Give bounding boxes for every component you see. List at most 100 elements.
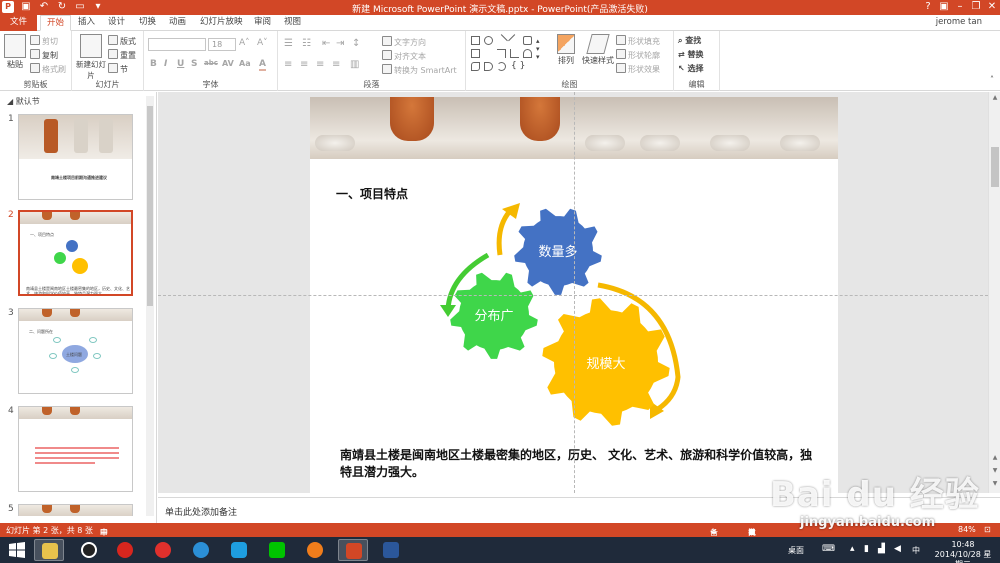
font-size-combo[interactable]: 18 (208, 38, 236, 51)
decrease-indent-icon[interactable]: ⇤ (322, 38, 330, 49)
tab-insert[interactable]: 插入 (78, 16, 95, 29)
gallery-scroll-icon[interactable]: ▴ ▾ ▾ (536, 37, 540, 61)
shape-fill-button[interactable]: 形状填充 (616, 35, 660, 47)
align-center-icon[interactable]: ≡ (300, 59, 308, 70)
shape-outline-button[interactable]: 形状轮廓 (616, 49, 660, 61)
tab-animations[interactable]: 动画 (169, 16, 186, 29)
bold-button[interactable]: B (150, 59, 157, 69)
text-direction-button[interactable]: 文字方向 (382, 36, 426, 48)
taskbar-iqiyi[interactable] (262, 539, 292, 561)
shape-brace-icon[interactable]: { } (511, 61, 525, 71)
smartart-button[interactable]: 转换为 SmartArt (382, 64, 457, 76)
save-icon[interactable]: ▣ (20, 1, 32, 13)
zoom-level[interactable]: 84% (958, 525, 976, 534)
tab-file[interactable]: 文件 (0, 15, 37, 31)
justify-icon[interactable]: ≡ (332, 59, 340, 70)
slide-thumbnail-1[interactable]: 南靖土楼项目前期沟通推进建议 (18, 114, 133, 200)
notes-pane[interactable]: 单击此处添加备注 (158, 497, 1000, 522)
char-spacing-button[interactable]: AV (222, 59, 234, 68)
select-button[interactable]: ↖ 选择 (678, 63, 704, 74)
slide-heading[interactable]: 一、项目特点 (336, 185, 408, 202)
tab-review[interactable]: 审阅 (254, 16, 271, 29)
layout-button[interactable]: 版式 (108, 35, 136, 47)
taskbar-browser[interactable] (224, 539, 254, 561)
volume-icon[interactable]: ◀ (894, 544, 901, 554)
keyboard-icon[interactable]: ⌨ (822, 544, 835, 554)
shape-rectangle-icon[interactable] (471, 36, 480, 45)
columns-icon[interactable]: ▥ (350, 59, 359, 70)
tab-view[interactable]: 视图 (284, 16, 301, 29)
shape-freeform-icon[interactable] (471, 62, 480, 71)
minimize-button[interactable]: – (952, 0, 968, 15)
taskbar-netease-music[interactable] (110, 539, 140, 561)
shape-arc-icon[interactable] (523, 49, 532, 58)
start-button[interactable] (2, 539, 32, 561)
quick-styles-button[interactable]: 快速样式 (580, 34, 616, 66)
replace-button[interactable]: ⇄ 替换 (678, 49, 704, 60)
shape-rounded-rect-icon[interactable] (523, 36, 532, 45)
grow-font-icon[interactable]: A˄ (239, 38, 250, 48)
align-text-button[interactable]: 对齐文本 (382, 50, 426, 62)
shape-square-icon[interactable] (471, 49, 480, 58)
tray-arrow-icon[interactable]: ▴ (850, 544, 855, 554)
tab-design[interactable]: 设计 (108, 16, 125, 29)
find-button[interactable]: ⌕ 查找 (678, 35, 701, 46)
underline-button[interactable]: U (177, 59, 184, 69)
customize-qat-icon[interactable]: ▾ (92, 1, 104, 13)
close-button[interactable]: ✕ (984, 0, 1000, 15)
taskbar-cloud[interactable] (186, 539, 216, 561)
slide-body-text[interactable]: 南靖县土楼是闽南地区土楼最密集的地区，历史、 文化、艺术、旅游和科学价值较高，独… (340, 447, 815, 481)
collapse-ribbon-icon[interactable]: ˄ (990, 75, 994, 84)
tab-home[interactable]: 开始 (40, 15, 72, 31)
restore-button[interactable]: ❐ (968, 0, 984, 15)
taskbar-media-player[interactable] (300, 539, 330, 561)
fit-slide-icon[interactable]: ⊡ (984, 525, 991, 534)
scroll-down-icon[interactable]: ▼ (991, 480, 999, 487)
new-slide-button[interactable]: 新建幻灯片 (76, 34, 106, 81)
network-icon[interactable]: ▮ (864, 544, 869, 554)
taskbar-explorer[interactable] (34, 539, 64, 561)
thumbnail-scrollbar[interactable] (146, 96, 154, 516)
undo-icon[interactable]: ↶ (38, 1, 50, 13)
shape-triangle-icon[interactable] (484, 49, 494, 58)
arrange-button[interactable]: 排列 (552, 34, 580, 66)
slide-thumbnail-2[interactable]: 一、项目特点 南靖县土楼是闽南地区土楼最密集的地区，历史、文化、艺术、旅游和科学… (18, 210, 133, 296)
paste-button[interactable]: 粘贴 (3, 34, 27, 70)
redo-icon[interactable]: ↻ (56, 1, 68, 13)
section-button[interactable]: 节 (108, 63, 128, 75)
taskbar-qq[interactable] (74, 539, 104, 561)
shrink-font-icon[interactable]: A˅ (257, 38, 268, 48)
change-case-button[interactable]: Aa (239, 59, 251, 68)
scroll-up-icon[interactable]: ▲ (991, 94, 999, 101)
shape-moon-icon[interactable] (497, 62, 506, 71)
section-header[interactable]: ◢ 默认节 (7, 96, 40, 107)
numbering-icon[interactable]: ☷ (302, 38, 311, 49)
cut-button[interactable]: 剪切 (30, 35, 58, 47)
help-button[interactable]: ? (920, 0, 936, 15)
shape-arrow-icon[interactable] (508, 34, 521, 47)
input-language[interactable]: 中 (912, 545, 920, 556)
clock[interactable]: 10:482014/10/28 星期二 (932, 540, 994, 563)
shadow-button[interactable]: S (191, 59, 197, 69)
slide-thumbnail-5[interactable] (18, 504, 133, 516)
signal-icon[interactable]: ▟ (878, 544, 885, 554)
taskbar-word[interactable] (376, 539, 406, 561)
reset-button[interactable]: 重置 (108, 49, 136, 61)
ribbon-display-button[interactable]: ▣ (936, 0, 952, 15)
shape-curve-icon[interactable] (484, 62, 493, 71)
italic-button[interactable]: I (164, 59, 167, 69)
user-account[interactable]: jerome tan (936, 17, 982, 27)
format-painter-button[interactable]: 格式刷 (30, 63, 66, 75)
copy-button[interactable]: 复制 (30, 49, 58, 61)
shape-connector-icon[interactable] (510, 49, 519, 58)
tab-slideshow[interactable]: 幻灯片放映 (200, 16, 243, 29)
scroll-down-icon[interactable]: ▼ (991, 467, 999, 474)
shape-oval-icon[interactable] (484, 36, 493, 45)
shape-effects-button[interactable]: 形状效果 (616, 63, 660, 75)
presentation-icon[interactable]: ▭ (74, 1, 86, 13)
line-spacing-icon[interactable]: ↕ (352, 38, 360, 49)
shape-line-icon[interactable] (495, 34, 508, 47)
desktop-toolbar[interactable]: 桌面 (788, 545, 804, 556)
main-scrollbar[interactable]: ▲ ▲ ▼ ▼ (988, 92, 1000, 493)
bullets-icon[interactable]: ☰ (284, 38, 293, 49)
